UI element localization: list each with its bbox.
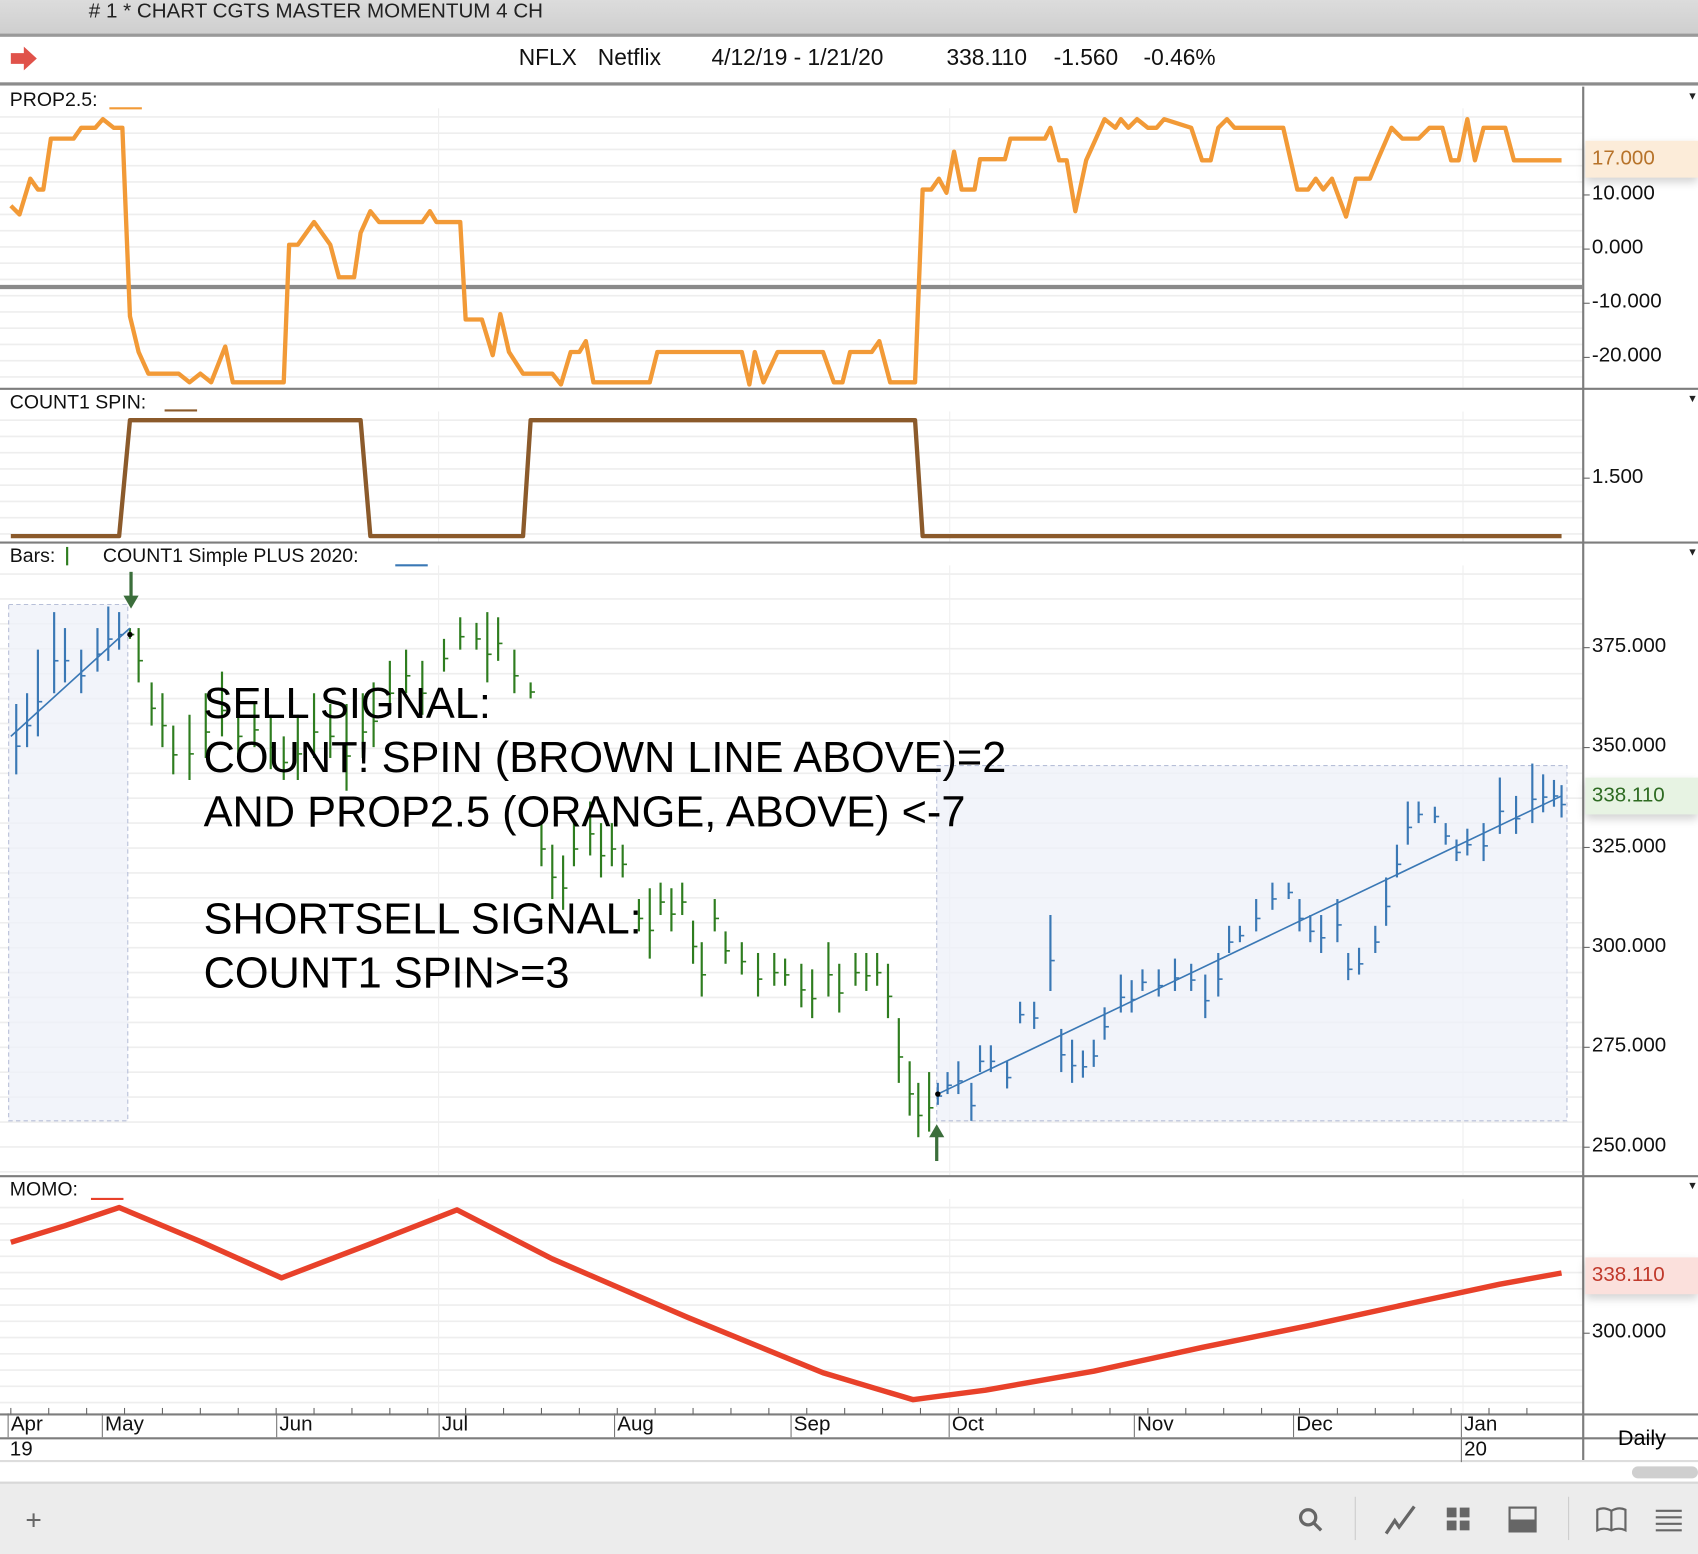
panel-menu-icon[interactable]: ▼ bbox=[1687, 547, 1698, 559]
month-label: Sep bbox=[790, 1413, 830, 1438]
y-axis-tick-label: 10.000 bbox=[1591, 181, 1655, 205]
plus-icon[interactable]: + bbox=[17, 1503, 49, 1535]
horizontal-scrollbar[interactable] bbox=[1631, 1466, 1698, 1479]
month-label: Jan bbox=[1460, 1413, 1497, 1438]
toolbar-divider bbox=[1568, 1496, 1570, 1541]
chart-line-icon[interactable] bbox=[1384, 1503, 1416, 1535]
bottom-toolbar: + bbox=[0, 1481, 1698, 1554]
signal-dot bbox=[127, 631, 133, 638]
annotation-line: SELL SIGNAL: bbox=[203, 680, 491, 728]
month-label: Apr bbox=[7, 1413, 43, 1438]
y-axis-tick-label: 375.000 bbox=[1591, 634, 1667, 658]
momo-last-value: 338.110 bbox=[1585, 1257, 1698, 1295]
year-label: 19 bbox=[9, 1438, 33, 1462]
buy-arrow-icon bbox=[929, 1124, 945, 1138]
book-icon[interactable] bbox=[1595, 1503, 1627, 1535]
spin-panel-title: COUNT1 SPIN: bbox=[9, 390, 147, 413]
y-axis-tick-label: 275.000 bbox=[1591, 1034, 1667, 1058]
panel-icon[interactable] bbox=[1506, 1503, 1538, 1535]
signal-dot bbox=[935, 1091, 941, 1097]
annotation-line: COUNT1 SPIN>=3 bbox=[203, 949, 570, 998]
periodicity-selector[interactable]: Daily bbox=[1618, 1426, 1666, 1451]
study-title: COUNT1 Simple PLUS 2020: bbox=[102, 544, 359, 567]
y-axis-tick-label: 300.000 bbox=[1591, 1320, 1667, 1343]
prop-panel-title: PROP2.5: bbox=[9, 88, 98, 111]
y-axis-tick-label: 350.000 bbox=[1591, 734, 1667, 758]
bars-panel-title: Bars: bbox=[9, 544, 56, 567]
month-label: Nov bbox=[1133, 1413, 1174, 1438]
y-axis-tick-label: -10.000 bbox=[1591, 290, 1662, 313]
y-axis-tick-label: 300.000 bbox=[1591, 934, 1667, 958]
y-axis-tick-label: 1.500 bbox=[1591, 465, 1644, 488]
panel-menu-icon[interactable]: ▼ bbox=[1687, 393, 1698, 405]
prop-last-value: 17.000 bbox=[1585, 140, 1698, 178]
panel-menu-icon[interactable]: ▼ bbox=[1687, 1181, 1698, 1193]
momo-panel-title: MOMO: bbox=[9, 1178, 78, 1201]
toolbar-divider bbox=[1354, 1496, 1356, 1541]
annotation-line: AND PROP2.5 (ORANGE, ABOVE) <-7 bbox=[203, 788, 966, 837]
annotation-line: COUNT! SPIN (BROWN LINE ABOVE)=2 bbox=[203, 734, 1007, 782]
annotation-line: SHORTSELL SIGNAL: bbox=[203, 895, 642, 944]
month-label: May bbox=[101, 1413, 144, 1438]
y-axis-tick-label: 0.000 bbox=[1591, 236, 1644, 259]
menu-icon[interactable] bbox=[1653, 1503, 1685, 1535]
month-label: Dec bbox=[1292, 1413, 1333, 1438]
month-label: Aug bbox=[614, 1413, 654, 1438]
grid-icon[interactable] bbox=[1442, 1503, 1474, 1535]
count1-spin-line bbox=[10, 418, 1562, 539]
panel-menu-icon[interactable]: ▼ bbox=[1687, 91, 1698, 103]
month-label: Oct bbox=[948, 1413, 984, 1438]
price-last-value: 338.110 bbox=[1585, 777, 1698, 815]
month-label: Jun bbox=[276, 1413, 313, 1438]
chart-window: # 1 * CHART CGTS MASTER MOMENTUM 4 CH NF… bbox=[0, 0, 1698, 1554]
y-axis-tick-label: 250.000 bbox=[1591, 1134, 1667, 1157]
search-icon[interactable] bbox=[1294, 1503, 1326, 1535]
y-axis-tick-label: -20.000 bbox=[1591, 344, 1662, 368]
signal-region bbox=[8, 603, 129, 1122]
month-label: Jul bbox=[438, 1413, 468, 1438]
year-label: 20 bbox=[1460, 1438, 1487, 1463]
y-axis-tick-label: 325.000 bbox=[1591, 834, 1667, 858]
